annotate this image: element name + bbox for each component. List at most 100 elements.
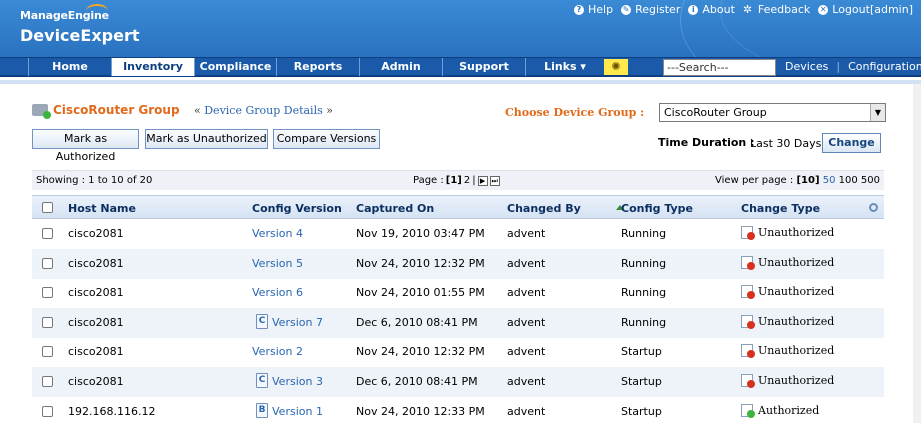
table-row[interactable]: cisco2081 Version 5 Nov 24, 2010 12:32 P… xyxy=(32,248,884,279)
col-config-version[interactable]: Config Version xyxy=(252,202,342,215)
changed-by: advent xyxy=(507,375,546,388)
config-version-link[interactable]: Version 3 xyxy=(272,375,323,388)
time-duration-value: Last 30 Days xyxy=(750,137,822,150)
captured-on: Nov 19, 2010 03:47 PM xyxy=(356,227,485,240)
register-link[interactable]: ✎ Register xyxy=(621,3,680,16)
row-checkbox[interactable] xyxy=(42,316,53,328)
col-config-type[interactable]: Config Type xyxy=(621,202,693,215)
row-checkbox[interactable] xyxy=(42,346,53,358)
changed-by: advent xyxy=(507,315,546,329)
change-type: Authorized xyxy=(741,403,819,418)
view-per-page: View per page : [10] 50 100 500 xyxy=(715,175,880,186)
changed-by: advent xyxy=(507,256,546,270)
dropdown-arrow-icon[interactable]: ▼ xyxy=(870,104,885,121)
tab-inventory[interactable]: Inventory xyxy=(111,58,194,76)
row-checkbox[interactable] xyxy=(42,257,53,269)
col-change-type[interactable]: Change Type xyxy=(741,202,820,215)
tab-compliance[interactable]: Compliance xyxy=(194,58,276,76)
last-page-icon[interactable]: ⏭ xyxy=(489,175,500,186)
col-changed-by[interactable]: Changed By xyxy=(507,202,581,215)
choose-group-label: Choose Device Group : xyxy=(505,106,645,119)
row-checkbox[interactable] xyxy=(42,228,53,239)
config-type: Running xyxy=(621,286,667,300)
row-checkbox[interactable] xyxy=(42,287,53,299)
table-row[interactable]: cisco2081 Version 6 Nov 24, 2010 01:55 P… xyxy=(32,278,884,308)
feedback-link[interactable]: ✲ Feedback xyxy=(743,3,810,16)
bulb-icon[interactable]: ✺ xyxy=(604,59,628,75)
change-type: Unauthorized xyxy=(741,314,834,329)
table-search-icon[interactable] xyxy=(869,203,878,212)
changed-by: advent xyxy=(507,404,546,418)
brand-product: DeviceExpert xyxy=(20,26,140,45)
next-page-icon[interactable]: ▶ xyxy=(477,175,488,186)
devices-link[interactable]: Devices xyxy=(785,58,828,76)
change-button[interactable]: Change xyxy=(822,133,881,153)
config-type: Running xyxy=(621,227,667,240)
host-name: cisco2081 xyxy=(68,256,124,270)
table-row[interactable]: cisco2081 Version 4 Nov 19, 2010 03:47 P… xyxy=(32,219,884,249)
config-type: Running xyxy=(621,256,667,270)
config-type: Startup xyxy=(621,375,662,388)
captured-on: Dec 6, 2010 08:41 PM xyxy=(356,315,478,329)
config-version-link[interactable]: Version 7 xyxy=(272,316,323,329)
pagination-bar: Showing : 1 to 10 of 20 Page : [1] 2 | ▶… xyxy=(32,170,884,190)
tab-links[interactable]: Links ▾ xyxy=(525,58,604,76)
help-link[interactable]: ? Help xyxy=(573,3,613,16)
per-page-50[interactable]: 50 xyxy=(823,175,836,186)
compare-versions-button[interactable]: Compare Versions xyxy=(273,129,380,149)
change-type: Unauthorized xyxy=(741,374,834,388)
select-all-checkbox[interactable] xyxy=(42,202,53,213)
per-page-500[interactable]: 500 xyxy=(861,175,880,186)
version-type-icon: B xyxy=(256,402,268,418)
change-status-icon xyxy=(741,344,755,359)
feedback-icon: ✲ xyxy=(742,3,753,16)
host-name: cisco2081 xyxy=(68,345,124,359)
device-group-details-link[interactable]: « Device Group Details » xyxy=(194,104,333,117)
about-icon: i xyxy=(688,4,699,15)
change-status-icon xyxy=(741,255,755,270)
config-version-link[interactable]: Version 6 xyxy=(252,286,303,299)
table-row[interactable]: 192.168.116.12 B Version 1 Nov 24, 2010 … xyxy=(32,397,884,427)
table-row[interactable]: cisco2081 C Version 7 Dec 6, 2010 08:41 … xyxy=(32,307,884,338)
version-type-icon: C xyxy=(256,373,268,388)
register-icon: ✎ xyxy=(621,4,632,15)
row-checkbox[interactable] xyxy=(42,376,53,387)
captured-on: Nov 24, 2010 12:32 PM xyxy=(356,345,485,359)
col-host-name[interactable]: Host Name xyxy=(68,202,136,215)
change-status-icon xyxy=(741,403,755,418)
tab-admin[interactable]: Admin xyxy=(359,58,442,76)
table-row[interactable]: cisco2081 Version 2 Nov 24, 2010 12:32 P… xyxy=(32,337,884,367)
config-version-link[interactable]: Version 1 xyxy=(272,405,323,418)
app-header: ManageEngine DeviceExpert ? Help ✎ Registe… xyxy=(0,0,921,57)
group-name: CiscoRouter Group xyxy=(53,103,180,117)
tab-support[interactable]: Support xyxy=(442,58,525,76)
page-scrollbar[interactable] xyxy=(913,84,921,423)
config-type: Startup xyxy=(621,345,662,359)
device-group-select[interactable]: CiscoRouter Group ▼ xyxy=(659,103,886,122)
page-2-link[interactable]: 2 xyxy=(464,175,470,186)
about-link[interactable]: i About xyxy=(688,3,735,16)
configurations-link[interactable]: Configurations xyxy=(848,58,921,76)
change-type: Unauthorized xyxy=(741,255,834,270)
per-page-100[interactable]: 100 xyxy=(839,175,858,186)
mark-authorized-button[interactable]: Mark as Authorized xyxy=(32,129,139,163)
logout-link[interactable]: ✕ Logout[admin] xyxy=(818,3,913,16)
tab-reports[interactable]: Reports xyxy=(276,58,359,76)
search-input[interactable]: ---Search--- xyxy=(663,59,776,76)
change-status-icon xyxy=(741,374,755,388)
mark-unauthorized-button[interactable]: Mark as Unauthorized xyxy=(145,129,268,149)
config-version-link[interactable]: Version 5 xyxy=(252,257,303,270)
host-name: cisco2081 xyxy=(68,227,124,240)
change-type: Unauthorized xyxy=(741,285,834,300)
changed-by: advent xyxy=(507,286,546,300)
col-captured-on[interactable]: Captured On xyxy=(356,202,434,215)
change-status-icon xyxy=(741,285,755,300)
row-checkbox[interactable] xyxy=(42,405,53,417)
tab-home[interactable]: Home xyxy=(28,58,111,76)
config-version-link[interactable]: Version 2 xyxy=(252,345,303,358)
captured-on: Nov 24, 2010 01:55 PM xyxy=(356,286,485,300)
config-version-link[interactable]: Version 4 xyxy=(252,227,303,240)
table-row[interactable]: cisco2081 C Version 3 Dec 6, 2010 08:41 … xyxy=(32,367,884,397)
change-status-icon xyxy=(741,226,755,240)
captured-on: Dec 6, 2010 08:41 PM xyxy=(356,375,478,388)
